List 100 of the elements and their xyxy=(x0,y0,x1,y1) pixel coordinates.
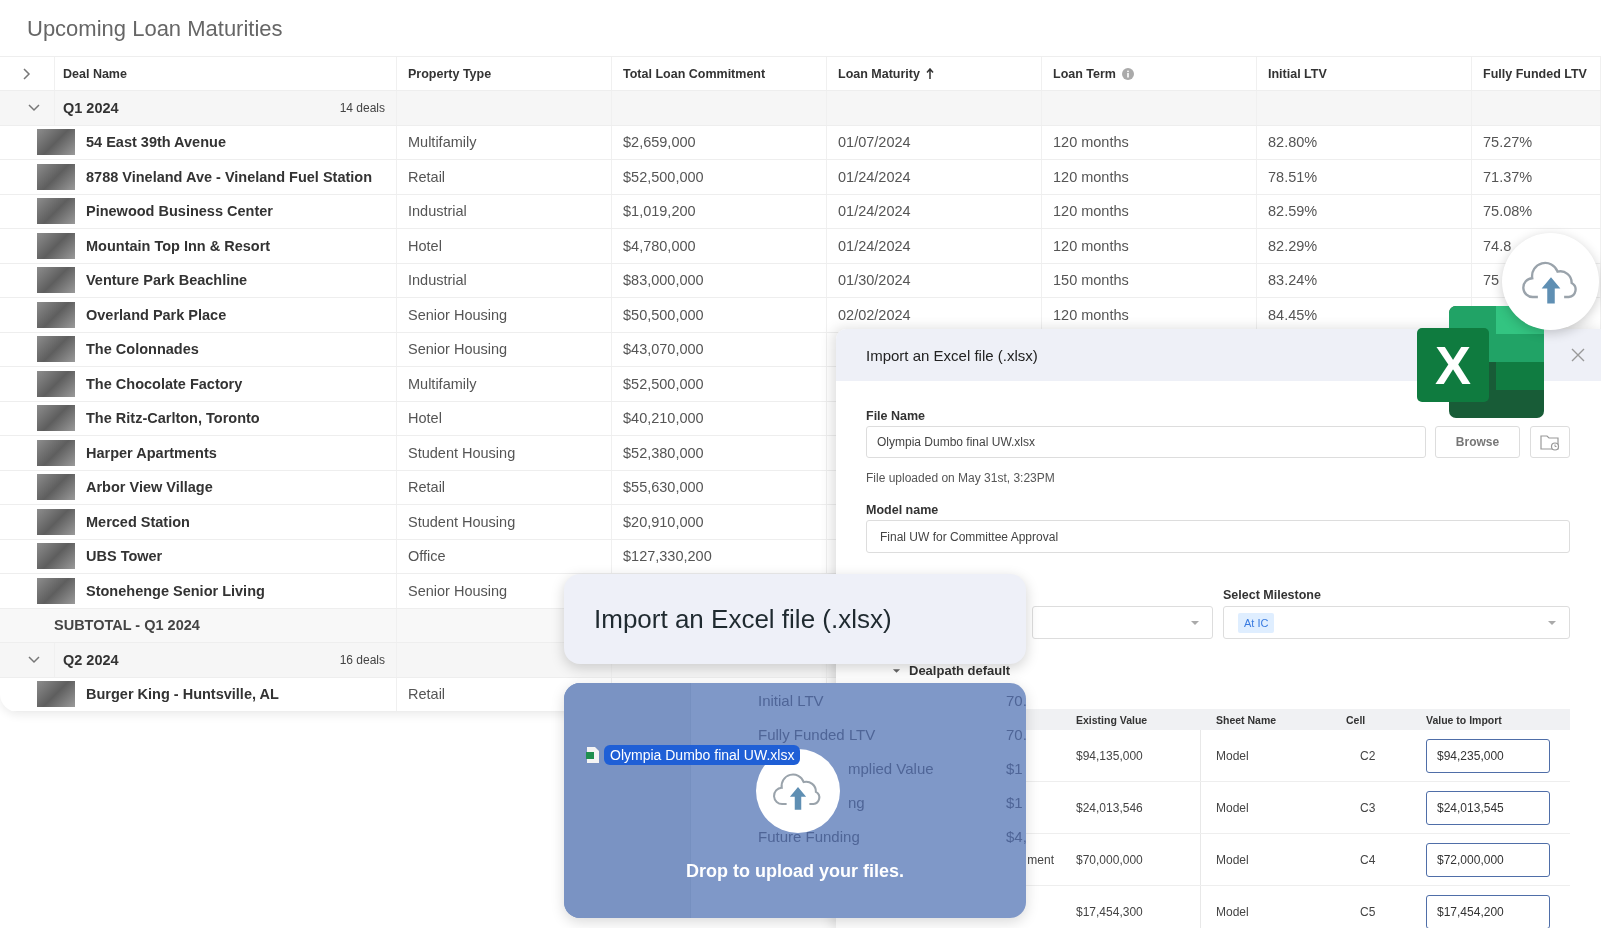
photo-placeholder xyxy=(37,508,75,535)
deal-count: 14 deals xyxy=(339,100,386,115)
sort-up-icon[interactable] xyxy=(925,68,934,79)
column-header: Value to Import xyxy=(1426,713,1502,726)
table-cell: C3 xyxy=(1360,800,1376,815)
deal-name[interactable]: Mountain Top Inn & Resort xyxy=(86,237,271,254)
file-name-field[interactable]: Olympia Dumbo final UW.xlsx xyxy=(866,426,1426,458)
table-cell: Industrial xyxy=(408,272,467,289)
table-cell: $24,013,546 xyxy=(1076,800,1143,815)
table-cell: 78.51% xyxy=(1268,168,1318,185)
deal-name[interactable]: Stonehenge Senior Living xyxy=(86,582,265,599)
column-header: Existing Value xyxy=(1076,713,1148,726)
column-header[interactable]: Fully Funded LTV xyxy=(1483,66,1587,81)
value-field[interactable]: $24,013,545 xyxy=(1426,790,1550,825)
dialog-title: Import an Excel file (.xlsx) xyxy=(866,346,1038,364)
photo-placeholder xyxy=(37,577,75,604)
table-cell: $4,780,000 xyxy=(623,237,696,254)
subtotal-label: SUBTOTAL - Q1 2024 xyxy=(54,617,200,634)
table-cell: $40,210,000 xyxy=(623,410,704,427)
table-cell: 82.59% xyxy=(1268,203,1318,220)
table-cell: 01/24/2024 xyxy=(838,203,911,220)
table-cell: $1,019,200 xyxy=(623,203,696,220)
table-cell: 120 months xyxy=(1053,237,1129,254)
deal-name[interactable]: The Chocolate Factory xyxy=(86,375,243,392)
deal-name[interactable]: Merced Station xyxy=(86,513,190,530)
info-icon[interactable] xyxy=(1122,67,1134,80)
table-cell: Hotel xyxy=(408,410,442,427)
deal-name[interactable]: UBS Tower xyxy=(86,548,163,565)
browse-button[interactable]: Browse xyxy=(1435,426,1520,458)
column-header[interactable]: Total Loan Commitment xyxy=(623,66,766,81)
table-cell: $52,500,000 xyxy=(623,168,704,185)
model-name-field[interactable]: Final UW for Committee Approval xyxy=(866,520,1570,553)
table-cell: Retail xyxy=(408,479,446,496)
table-cell: Office xyxy=(408,548,446,565)
caret-down-icon[interactable] xyxy=(892,667,901,674)
table-cell: 82.80% xyxy=(1268,134,1318,151)
table-cell: 82.29% xyxy=(1268,237,1318,254)
dropdown-field[interactable] xyxy=(1032,606,1213,639)
deal-name[interactable]: Arbor View Village xyxy=(86,479,213,496)
photo-placeholder xyxy=(37,198,75,225)
field-label: File Name xyxy=(866,409,927,423)
deal-name[interactable]: The Colonnades xyxy=(86,341,199,358)
deal-name[interactable]: The Ritz-Carlton, Toronto xyxy=(86,410,260,427)
callout-title: Import an Excel file (.xlsx) xyxy=(594,603,892,635)
column-header[interactable]: Deal Name xyxy=(63,66,127,81)
table-cell: 01/24/2024 xyxy=(838,237,911,254)
table-cell: $127,330,200 xyxy=(623,548,712,565)
deal-name[interactable]: Harper Apartments xyxy=(86,444,217,461)
deal-name[interactable]: 54 East 39th Avenue xyxy=(86,134,226,151)
photo-placeholder xyxy=(37,474,75,501)
table-cell: 75.08% xyxy=(1483,203,1533,220)
table-cell: Model xyxy=(1216,748,1249,763)
photo-placeholder xyxy=(37,267,75,294)
table-cell: ment xyxy=(1027,852,1054,867)
table-cell: $94,135,000 xyxy=(1076,748,1143,763)
group-label: Q1 2024 xyxy=(63,99,119,116)
caret-down-icon xyxy=(1547,619,1557,626)
deal-name[interactable]: 8788 Vineland Ave - Vineland Fuel Station xyxy=(86,168,373,185)
column-header[interactable]: Initial LTV xyxy=(1268,66,1327,81)
photo-placeholder xyxy=(37,439,75,466)
value-field[interactable]: $72,000,000 xyxy=(1426,842,1550,877)
table-cell: $50,500,000 xyxy=(623,306,704,323)
photo-placeholder xyxy=(37,336,75,363)
table-cell: 120 months xyxy=(1053,168,1129,185)
chevron-right-icon[interactable] xyxy=(21,67,33,80)
table-cell: 74.8 xyxy=(1483,237,1512,254)
column-header[interactable]: Loan Term xyxy=(1053,66,1116,81)
column-header[interactable]: Property Type xyxy=(408,66,492,81)
chevron-down-icon[interactable] xyxy=(28,653,40,666)
chevron-down-icon[interactable] xyxy=(28,101,40,114)
deal-count: 16 deals xyxy=(339,652,386,667)
photo-placeholder xyxy=(37,163,75,190)
deal-name[interactable]: Burger King - Huntsville, AL xyxy=(86,686,279,703)
table-cell: 150 months xyxy=(1053,272,1129,289)
close-icon[interactable] xyxy=(1571,348,1585,362)
table-cell: Multifamily xyxy=(408,375,477,392)
table-cell: Model xyxy=(1216,904,1249,919)
value-field[interactable]: $17,454,200 xyxy=(1426,894,1550,928)
deal-name[interactable]: Overland Park Place xyxy=(86,306,227,323)
field-label: Select Milestone xyxy=(1223,588,1322,602)
table-cell: $17,454,300 xyxy=(1076,904,1143,919)
upload-note: File uploaded on May 31st, 3:23PM xyxy=(866,471,1056,485)
milestone-select[interactable]: At IC xyxy=(1223,606,1570,639)
table-cell: $20,910,000 xyxy=(623,513,704,530)
table-cell: 120 months xyxy=(1053,203,1129,220)
milestone-tag: At IC xyxy=(1238,612,1275,633)
table-cell: 71.37% xyxy=(1483,168,1533,185)
column-header: Cell xyxy=(1346,713,1366,726)
table-cell: 01/30/2024 xyxy=(838,272,911,289)
value-field[interactable]: $94,235,000 xyxy=(1426,738,1550,773)
column-header[interactable]: Loan Maturity xyxy=(838,66,920,81)
table-cell: 83.24% xyxy=(1268,272,1318,289)
table-cell: Multifamily xyxy=(408,134,477,151)
deal-name[interactable]: Venture Park Beachline xyxy=(86,272,248,289)
caret-down-icon xyxy=(1190,619,1200,626)
deal-name[interactable]: Pinewood Business Center xyxy=(86,203,273,220)
file-name-chip: Olympia Dumbo final UW.xlsx xyxy=(604,745,801,765)
table-cell: Senior Housing xyxy=(408,306,508,323)
photo-placeholder xyxy=(37,370,75,397)
photo-placeholder xyxy=(37,543,75,570)
